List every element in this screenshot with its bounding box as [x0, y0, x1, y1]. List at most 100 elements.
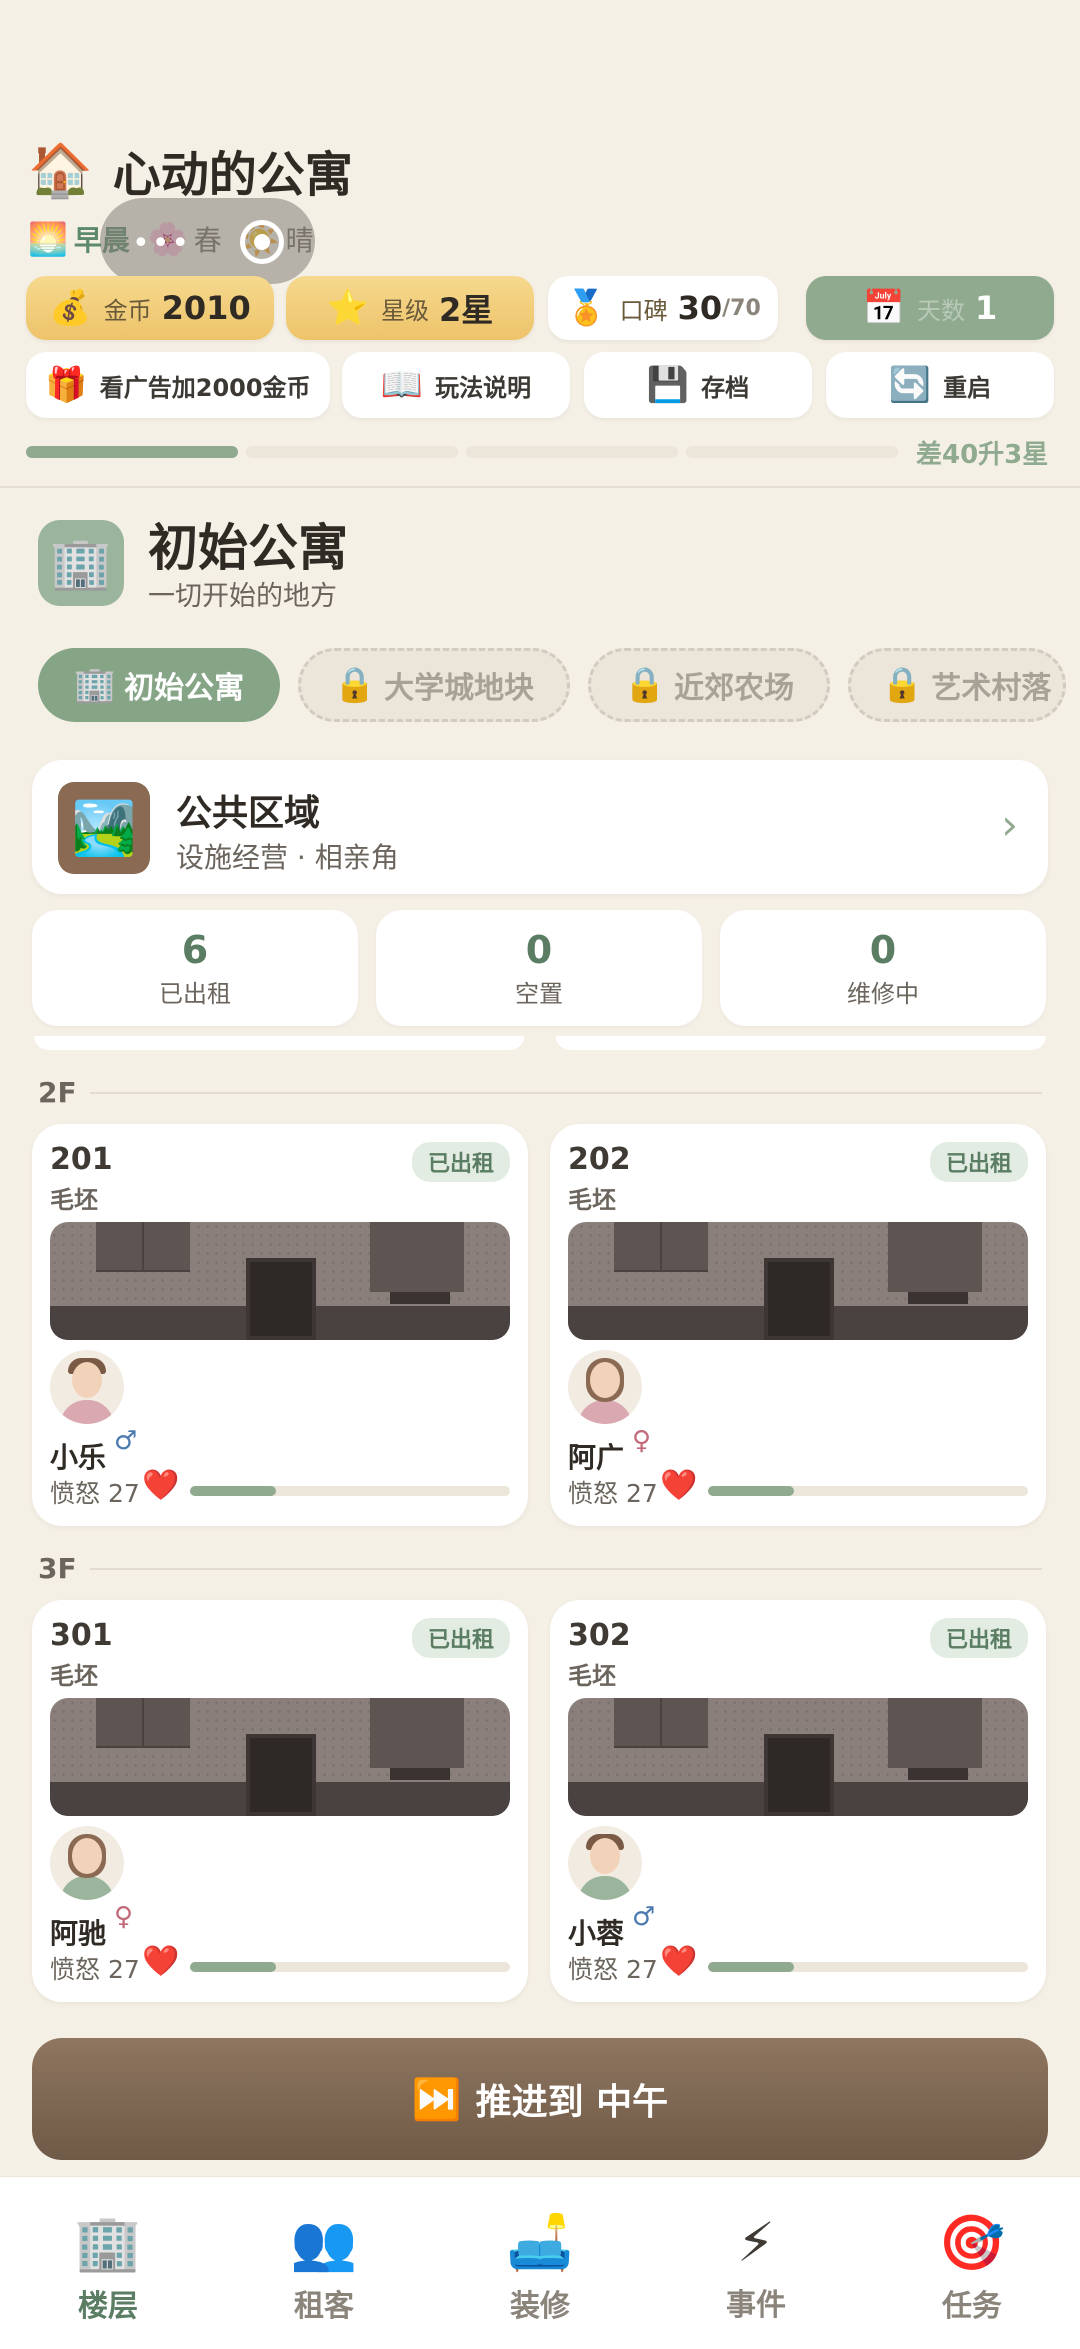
room-scene-image: [568, 1698, 1028, 1816]
male-icon: ♂: [632, 1902, 656, 1932]
restart-button[interactable]: 🔄 重启: [826, 352, 1054, 418]
status-badge: 已出租: [411, 1142, 510, 1182]
avatar-face: [72, 1838, 102, 1874]
medal-icon: 🏅: [565, 288, 608, 328]
building-icon: 🏢: [74, 2211, 142, 2274]
cabinet: [888, 1698, 982, 1768]
chevron-right-icon: ›: [1001, 800, 1018, 849]
tab-university-plot[interactable]: 🔒 大学城地块: [298, 648, 570, 722]
floor-label: 2F: [38, 1076, 77, 1109]
nav-floors[interactable]: 🏢 楼层: [0, 2211, 216, 2325]
room-card[interactable]: 302 毛坯 已出租 小蓉 ♂ 愤怒 27 ❤️: [550, 1600, 1046, 2002]
door: [246, 1258, 316, 1340]
app-title: 🏠 心动的公寓: [28, 140, 353, 204]
day-chip: 📅 天数 1: [806, 276, 1054, 340]
house-icon: 🏠: [28, 140, 93, 201]
money-bag-icon: 💰: [49, 288, 92, 328]
room-type: 毛坯: [50, 1662, 98, 1690]
status-badge: 已出租: [411, 1618, 510, 1658]
room-card[interactable]: 301 毛坯 已出租 阿驰 ♀ 愤怒 27 ❤️: [32, 1600, 528, 2002]
room-type: 毛坯: [568, 1186, 616, 1214]
room-card[interactable]: 201 毛坯 已出租 小乐 ♂ 愤怒 27 ❤️: [32, 1124, 528, 1526]
mood-text: 愤怒 27: [568, 1479, 658, 1508]
wall-cabinet: [96, 1698, 190, 1748]
door: [246, 1734, 316, 1816]
room-card[interactable]: 202 毛坯 已出租 阿广 ♀ 愤怒 27 ❤️: [550, 1124, 1046, 1526]
target-icon: 🎯: [938, 2211, 1006, 2274]
cabinet: [370, 1222, 464, 1292]
progress-segment: [26, 446, 238, 458]
rented-count: 6 已出租: [32, 910, 358, 1026]
heart-icon: ❤️: [660, 1468, 698, 1503]
nav-tenants[interactable]: 👥 租客: [216, 2211, 432, 2325]
tenant-name: 小蓉: [568, 1917, 625, 1950]
lightning-icon: ⚡: [737, 2211, 775, 2274]
room-number: 202: [568, 1142, 631, 1177]
tab-suburban-farm[interactable]: 🔒 近郊农场: [588, 648, 830, 722]
mood-bar-fill: [190, 1962, 277, 1972]
divider: [0, 486, 1080, 488]
mini-program-capsule[interactable]: •••: [100, 198, 315, 284]
room-number: 301: [50, 1618, 113, 1653]
lock-icon: 🔒: [623, 665, 667, 705]
wall-cabinet: [614, 1698, 708, 1748]
avatar-body: [60, 1876, 114, 1900]
gift-icon: 🎁: [45, 365, 88, 405]
avatar[interactable]: [50, 1826, 124, 1900]
mood-bar-fill: [708, 1486, 795, 1496]
book-icon: 📖: [380, 365, 424, 405]
cabinet: [888, 1222, 982, 1292]
floppy-disk-icon: 💾: [646, 365, 690, 405]
mood-bar: [190, 1962, 510, 1972]
sunrise-icon: 🌅: [28, 220, 68, 258]
fast-forward-icon: ⏭️: [411, 2076, 462, 2123]
counter: [390, 1768, 450, 1780]
mood-text: 愤怒 27: [50, 1955, 140, 1984]
bottom-nav: 🏢 楼层 👥 租客 🛋️ 装修 ⚡ 事件 🎯 任务: [0, 2176, 1080, 2349]
vacant-count: 0 空置: [376, 910, 702, 1026]
avatar-body: [60, 1400, 114, 1424]
room-type: 毛坯: [568, 1662, 616, 1690]
reputation-value: 30: [677, 289, 723, 327]
building-description: 一切开始的地方: [148, 581, 337, 612]
star-chip: ⭐ 星级 2星: [286, 276, 534, 340]
gold-chip: 💰 金币 2010: [26, 276, 274, 340]
public-area-title: 公共区域: [176, 793, 321, 834]
nav-tasks[interactable]: 🎯 任务: [864, 2211, 1080, 2325]
avatar[interactable]: [568, 1350, 642, 1424]
watch-ad-button[interactable]: 🎁 看广告加2000金币: [26, 352, 330, 418]
room-scene-image: [50, 1222, 510, 1340]
sofa-icon: 🛋️: [506, 2211, 574, 2274]
avatar[interactable]: [568, 1826, 642, 1900]
tab-initial-apartment[interactable]: 🏢 初始公寓: [38, 648, 280, 722]
male-icon: ♂: [114, 1426, 138, 1456]
star-value: 2星: [439, 291, 494, 329]
nav-events[interactable]: ⚡ 事件: [648, 2211, 864, 2324]
mood-text: 愤怒 27: [50, 1479, 140, 1508]
help-button[interactable]: 📖 玩法说明: [342, 352, 570, 418]
counter: [908, 1768, 968, 1780]
reputation-max: /70: [722, 295, 761, 321]
advance-time-button[interactable]: ⏭️ 推进到 中午: [32, 2038, 1048, 2160]
repairing-count: 0 维修中: [720, 910, 1046, 1026]
close-circle-icon[interactable]: [240, 220, 284, 264]
progress-segment: [466, 446, 678, 458]
counter: [390, 1292, 450, 1304]
public-area-subtitle: 设施经营 · 相亲角: [176, 841, 399, 874]
wall-cabinet: [614, 1222, 708, 1272]
public-area-card[interactable]: 🏞️ 公共区域 设施经营 · 相亲角 ›: [32, 760, 1048, 894]
star-progress-text: 差40升3星: [916, 440, 1049, 470]
save-button[interactable]: 💾 存档: [584, 352, 812, 418]
avatar[interactable]: [50, 1350, 124, 1424]
female-icon: ♀: [632, 1426, 652, 1456]
more-icon[interactable]: •••: [132, 226, 191, 261]
tab-art-village[interactable]: 🔒 艺术村落: [848, 648, 1066, 722]
room-number: 201: [50, 1142, 113, 1177]
mood-bar-fill: [708, 1962, 795, 1972]
nav-decorate[interactable]: 🛋️ 装修: [432, 2211, 648, 2325]
reputation-chip: 🏅 口碑 30 /70: [548, 276, 778, 340]
office-building-icon: 🏢: [73, 665, 117, 705]
mood-text: 愤怒 27: [568, 1955, 658, 1984]
building-name: 初始公寓: [148, 519, 348, 577]
avatar-face: [590, 1838, 620, 1874]
